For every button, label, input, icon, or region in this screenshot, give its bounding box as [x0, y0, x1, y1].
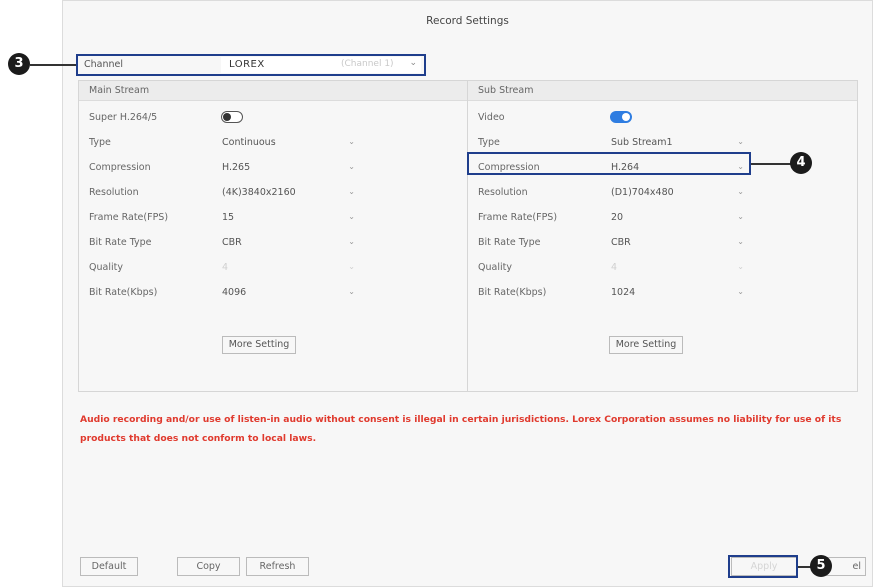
chevron-down-icon: ⌄ — [348, 212, 355, 221]
sub-stream-row: Bit Rate(Kbps) 1024 ⌄ — [468, 284, 857, 304]
callout-3-line — [30, 64, 76, 66]
chevron-down-icon: ⌄ — [737, 187, 744, 196]
main-stream-row: Super H.264/5 — [79, 109, 467, 129]
sub-stream-select-value: 1024 — [611, 287, 636, 298]
chevron-down-icon: ⌄ — [348, 187, 355, 196]
main-stream-select[interactable]: 15 ⌄ — [219, 209, 359, 227]
sub-stream-select: 4 ⌄ — [608, 259, 748, 277]
main-stream-select-value: 15 — [222, 212, 235, 223]
chevron-down-icon: ⌄ — [348, 137, 355, 146]
main-stream-row-label: Bit Rate(Kbps) — [89, 287, 158, 298]
main-stream-toggle-switch[interactable] — [221, 111, 243, 123]
main-stream-select-value: CBR — [222, 237, 242, 248]
main-stream-select[interactable]: (4K)3840x2160 ⌄ — [219, 184, 359, 202]
sub-stream-select-value: Sub Stream1 — [611, 137, 673, 148]
channel-highlight-box — [76, 54, 426, 76]
main-stream-row: Type Continuous ⌄ — [79, 134, 467, 154]
main-stream-select[interactable]: CBR ⌄ — [219, 234, 359, 252]
main-stream-select-value: Continuous — [222, 137, 276, 148]
sub-stream-select-value: (D1)704x480 — [611, 187, 674, 198]
sub-stream-section: Sub Stream Video Type Sub Stream1 ⌄ Compress… — [468, 81, 857, 391]
main-stream-row: Frame Rate(FPS) 15 ⌄ — [79, 209, 467, 229]
default-button[interactable]: Default — [80, 557, 138, 576]
refresh-button[interactable]: Refresh — [246, 557, 309, 576]
sub-stream-row: Frame Rate(FPS) 20 ⌄ — [468, 209, 857, 229]
callout-4-badge: 4 — [790, 152, 812, 174]
sub-stream-title: Sub Stream — [478, 85, 534, 96]
main-stream-select-value: 4096 — [222, 287, 247, 298]
sub-stream-select[interactable]: CBR ⌄ — [608, 234, 748, 252]
sub-stream-select-value: CBR — [611, 237, 631, 248]
main-stream-row: Quality 4 ⌄ — [79, 259, 467, 279]
sub-stream-row: Type Sub Stream1 ⌄ — [468, 134, 857, 154]
sub-stream-select[interactable]: Sub Stream1 ⌄ — [608, 134, 748, 152]
main-stream-row-label: Resolution — [89, 187, 139, 198]
sub-stream-row: Bit Rate Type CBR ⌄ — [468, 234, 857, 254]
dialog-title: Record Settings — [426, 15, 509, 27]
toggle-knob — [223, 113, 231, 121]
legal-warning: Audio recording and/or use of listen-in … — [80, 414, 842, 444]
sub-stream-row: Quality 4 ⌄ — [468, 259, 857, 279]
main-stream-header: Main Stream — [79, 81, 467, 101]
sub-stream-row-label: Bit Rate Type — [478, 237, 541, 248]
chevron-down-icon: ⌄ — [737, 262, 744, 271]
chevron-down-icon: ⌄ — [737, 287, 744, 296]
callout-3-badge: 3 — [8, 53, 30, 75]
apply-highlight-box — [728, 555, 798, 578]
sub-stream-select[interactable]: 1024 ⌄ — [608, 284, 748, 302]
chevron-down-icon: ⌄ — [737, 212, 744, 221]
streams-panel: Main Stream Super H.264/5 Type Continuous ⌄… — [78, 80, 858, 392]
main-stream-row: Bit Rate Type CBR ⌄ — [79, 234, 467, 254]
main-stream-select: 4 ⌄ — [219, 259, 359, 277]
main-stream-select-value: (4K)3840x2160 — [222, 187, 296, 198]
sub-more-setting-button[interactable]: More Setting — [609, 336, 683, 354]
chevron-down-icon: ⌄ — [737, 237, 744, 246]
sub-stream-select-value: 20 — [611, 212, 624, 223]
compression-highlight-box — [467, 152, 751, 175]
main-stream-title: Main Stream — [89, 85, 150, 96]
sub-stream-row-label: Type — [478, 137, 500, 148]
main-stream-select[interactable]: 4096 ⌄ — [219, 284, 359, 302]
cancel-button[interactable]: el — [826, 557, 866, 576]
main-stream-row: Compression H.265 ⌄ — [79, 159, 467, 179]
main-stream-row-label: Type — [89, 137, 111, 148]
main-stream-select[interactable]: Continuous ⌄ — [219, 134, 359, 152]
chevron-down-icon: ⌄ — [348, 287, 355, 296]
sub-stream-row-label: Frame Rate(FPS) — [478, 212, 558, 223]
main-stream-row: Bit Rate(Kbps) 4096 ⌄ — [79, 284, 467, 304]
chevron-down-icon: ⌄ — [348, 262, 355, 271]
toggle-knob — [622, 113, 630, 121]
main-stream-row-label: Super H.264/5 — [89, 112, 158, 123]
main-stream-section: Main Stream Super H.264/5 Type Continuous ⌄… — [79, 81, 468, 391]
sub-stream-row: Video — [468, 109, 857, 129]
main-stream-row: Resolution (4K)3840x2160 ⌄ — [79, 184, 467, 204]
main-stream-row-label: Bit Rate Type — [89, 237, 152, 248]
main-stream-row-label: Compression — [89, 162, 151, 173]
sub-stream-row-label: Bit Rate(Kbps) — [478, 287, 547, 298]
sub-stream-row-label: Video — [478, 112, 505, 123]
sub-stream-row-label: Quality — [478, 262, 512, 273]
sub-stream-row: Resolution (D1)704x480 ⌄ — [468, 184, 857, 204]
copy-button[interactable]: Copy — [177, 557, 240, 576]
callout-4-line — [751, 163, 793, 165]
chevron-down-icon: ⌄ — [348, 237, 355, 246]
sub-stream-select[interactable]: (D1)704x480 ⌄ — [608, 184, 748, 202]
callout-5-badge: 5 — [810, 555, 832, 577]
main-stream-select-value: 4 — [222, 262, 229, 273]
main-stream-row-label: Frame Rate(FPS) — [89, 212, 169, 223]
main-stream-row-label: Quality — [89, 262, 123, 273]
main-stream-select[interactable]: H.265 ⌄ — [219, 159, 359, 177]
main-more-setting-button[interactable]: More Setting — [222, 336, 296, 354]
sub-stream-toggle-switch[interactable] — [610, 111, 632, 123]
main-stream-select-value: H.265 — [222, 162, 251, 173]
sub-stream-select-value: 4 — [611, 262, 618, 273]
sub-stream-header: Sub Stream — [468, 81, 857, 101]
sub-stream-row-label: Resolution — [478, 187, 528, 198]
chevron-down-icon: ⌄ — [737, 137, 744, 146]
chevron-down-icon: ⌄ — [348, 162, 355, 171]
sub-stream-select[interactable]: 20 ⌄ — [608, 209, 748, 227]
